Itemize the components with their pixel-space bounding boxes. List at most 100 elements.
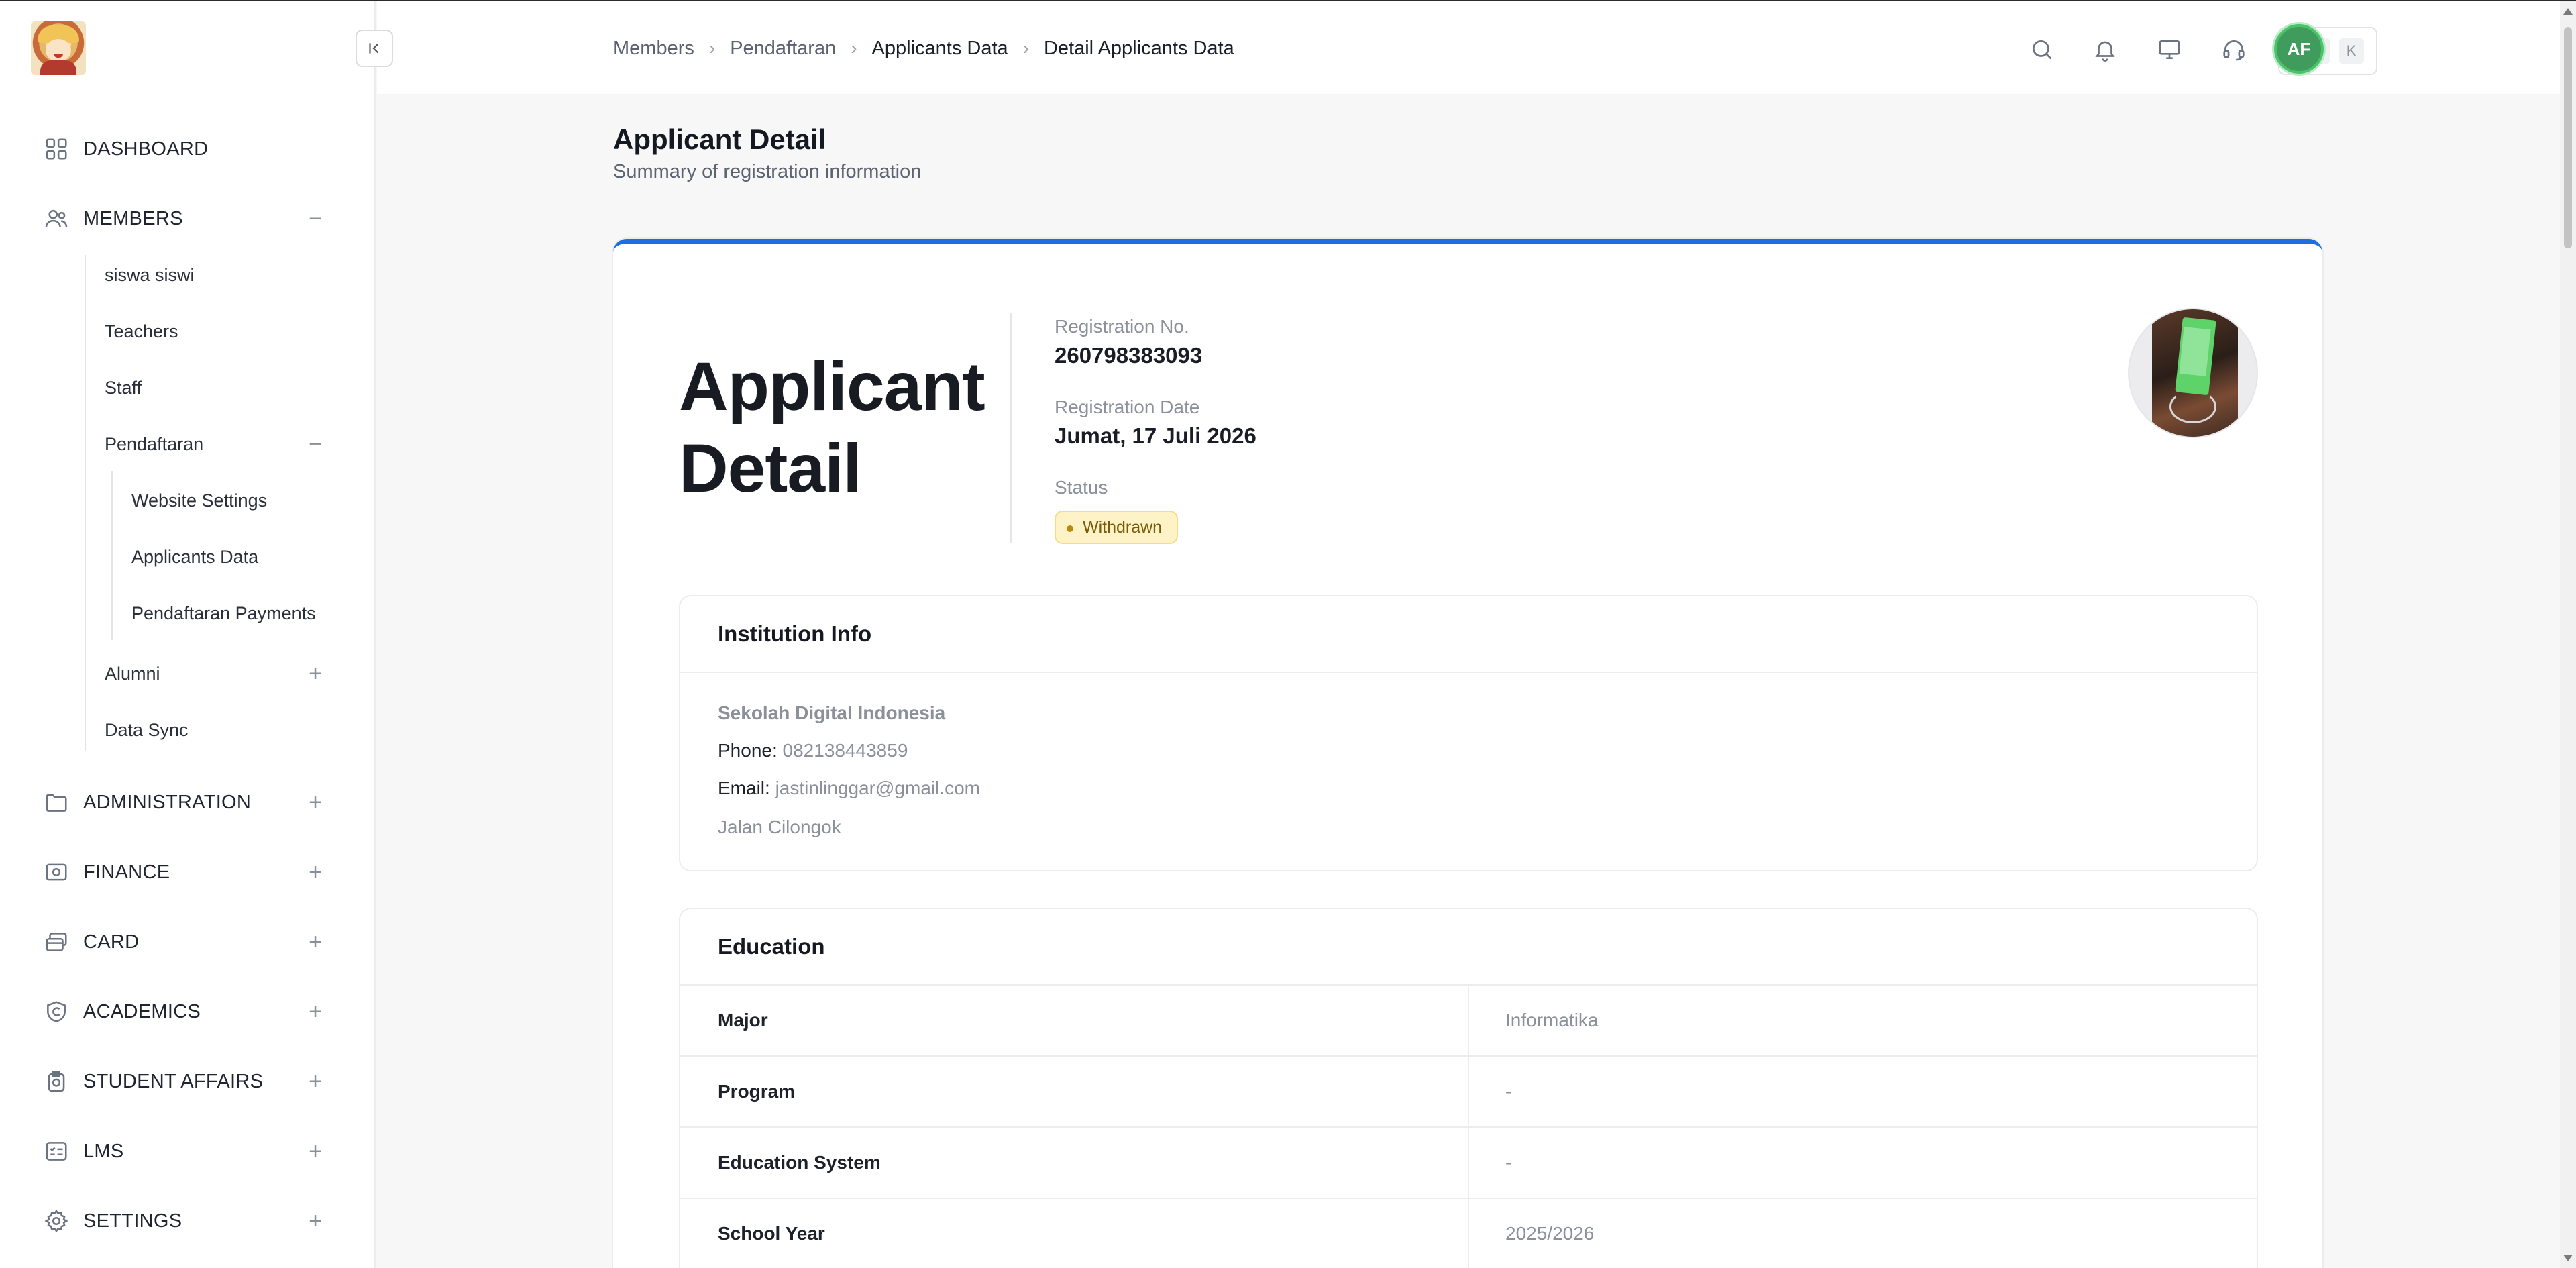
expand-toggle[interactable]: + [303,790,327,815]
row-value: Informatika [1505,1010,1599,1031]
nav-card[interactable]: CARD + [0,922,376,962]
breadcrumb-pendaftaran[interactable]: Pendaftaran [730,38,836,60]
registration-date-value: Jumat, 17 Juli 2026 [1055,423,1256,448]
nav-settings[interactable]: SETTINGS + [0,1201,376,1241]
status-dot-icon [1067,525,1073,532]
breadcrumb: Members › Pendaftaran › Applicants Data … [613,35,1234,62]
sidebar-item-pendaftaran[interactable]: Pendaftaran − [105,425,376,463]
users-icon [43,205,70,232]
collapse-left-icon [369,43,379,54]
app-logo[interactable] [31,21,86,75]
academics-icon [43,998,70,1025]
nav-lms[interactable]: LMS + [0,1131,376,1171]
row-value: - [1505,1152,1512,1173]
nav-label: DASHBOARD [83,138,209,160]
section-heading: Institution Info [680,596,2257,673]
institution-phone: Phone: 082138443859 [718,740,908,761]
nav-label: MEMBERS [83,207,183,229]
page-subtitle: Summary of registration information [613,161,922,182]
nav-label: STUDENT AFFAIRS [83,1070,264,1092]
expand-toggle[interactable]: + [303,999,327,1024]
chevron-right-icon: › [708,38,716,58]
status-label: Status [1055,477,1108,498]
sidebar-item-siswa-siswi[interactable]: siswa siswi [105,256,376,294]
banknote-icon [43,859,70,886]
registration-date-label: Registration Date [1055,397,1200,417]
cards-icon [43,929,70,955]
tree-line [111,471,113,640]
expand-toggle[interactable]: + [303,1139,327,1164]
collapse-toggle[interactable]: − [303,206,327,231]
table-row: Program - [680,1057,2257,1128]
table-row: Education System - [680,1128,2257,1199]
sidebar-item-applicants-data[interactable]: Applicants Data [131,538,376,576]
headset-icon[interactable] [2219,35,2249,64]
row-label: Major [718,1010,768,1031]
sidebar: DASHBOARD MEMBERS − siswa siswi Teachers… [0,1,376,1268]
institution-address: Jalan Cilongok [718,816,841,837]
expand-toggle[interactable]: + [303,661,327,686]
chevron-right-icon: › [851,38,857,58]
row-label: School Year [718,1223,825,1244]
nav-label: LMS [83,1140,124,1162]
table-row: School Year 2025/2026 [680,1199,2257,1268]
expand-toggle[interactable]: + [303,929,327,955]
nav-academics[interactable]: ACADEMICS + [0,992,376,1032]
status-badge: Withdrawn [1055,511,1179,544]
nav-student-affairs[interactable]: STUDENT AFFAIRS + [0,1061,376,1102]
nav-finance[interactable]: FINANCE + [0,852,376,892]
nav-label: ACADEMICS [83,1000,201,1022]
badge-icon [43,1068,70,1095]
nav-members[interactable]: MEMBERS − [0,199,376,239]
sidebar-item-alumni[interactable]: Alumni + [105,655,376,692]
hero-title: Applicant Detail [679,346,985,509]
row-label: Program [718,1081,796,1102]
table-row: Major Informatika [680,986,2257,1057]
status-text: Withdrawn [1083,517,1163,537]
applicant-photo[interactable] [2128,308,2258,438]
breadcrumb-current: Detail Applicants Data [1043,37,1234,59]
institution-name: Sekolah Digital Indonesia [718,702,946,723]
expand-toggle[interactable]: + [303,859,327,885]
expand-toggle[interactable]: + [303,1208,327,1234]
scroll-up-arrow-icon[interactable] [2563,8,2573,15]
hero-title-line-1: Applicant [679,348,985,425]
sidebar-item-pendaftaran-payments[interactable]: Pendaftaran Payments [131,594,376,632]
sidebar-item-staff[interactable]: Staff [105,369,376,407]
registration-no-value: 260798383093 [1055,343,1203,368]
phone-value: 082138443859 [782,740,908,761]
expand-toggle[interactable]: + [303,1069,327,1094]
institution-email: Email: jastinlinggar@gmail.com [718,778,980,799]
breadcrumb-applicants-data[interactable]: Applicants Data [872,38,1008,60]
scrollbar-thumb[interactable] [2564,27,2572,248]
monitor-icon[interactable] [2155,35,2184,64]
nav-dashboard[interactable]: DASHBOARD [0,129,376,169]
collapse-toggle[interactable]: − [303,431,327,457]
user-avatar[interactable]: AF [2274,24,2324,74]
divider [1010,313,1012,543]
search-icon[interactable] [2027,35,2057,64]
sidebar-item-data-sync[interactable]: Data Sync [105,711,376,749]
chevron-right-icon: › [1022,38,1029,58]
sidebar-item-teachers[interactable]: Teachers [105,313,376,350]
breadcrumb-members[interactable]: Members [613,38,694,60]
institution-info-section: Institution Info Sekolah Digital Indones… [679,595,2258,871]
tree-line [85,255,86,751]
row-value: 2025/2026 [1505,1223,1595,1244]
page-title: Applicant Detail [613,123,826,155]
registration-no-label: Registration No. [1055,316,1189,337]
page-scrollbar[interactable] [2560,1,2576,1268]
collapse-sidebar-button[interactable] [356,30,393,67]
bell-icon[interactable] [2090,35,2120,64]
scroll-down-arrow-icon[interactable] [2563,1255,2573,1261]
kbd-k: K [2338,38,2365,64]
applicant-detail-card: Applicant Detail Registration No. 260798… [613,239,2322,1268]
nav-administration[interactable]: ADMINISTRATION + [0,782,376,823]
row-label: Education System [718,1152,881,1173]
hero-title-line-2: Detail [679,430,862,507]
sidebar-item-website-settings[interactable]: Website Settings [131,482,376,519]
phone-label: Phone: [718,740,777,761]
row-value: - [1505,1081,1512,1102]
email-label: Email: [718,778,770,798]
folder-icon [43,789,70,816]
